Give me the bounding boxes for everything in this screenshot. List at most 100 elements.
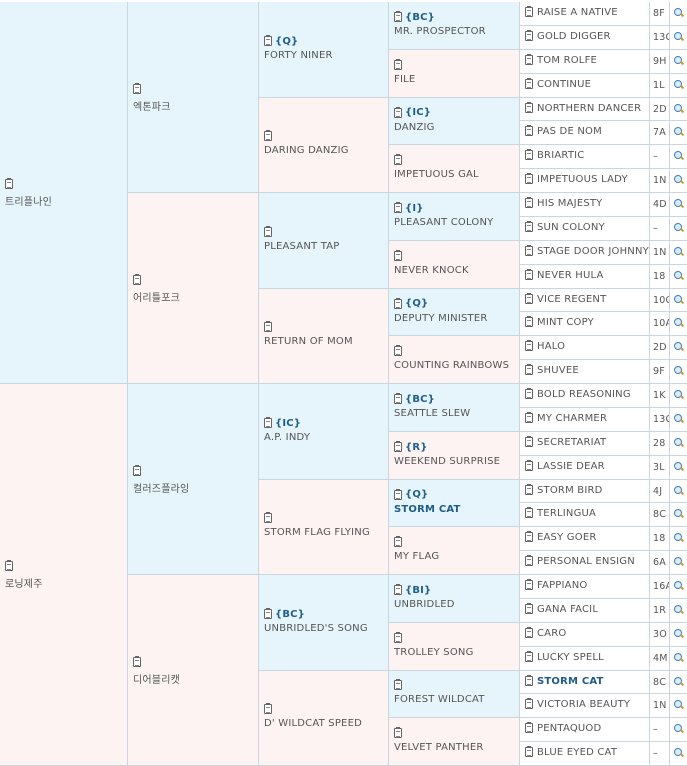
search-icon[interactable] — [674, 270, 683, 280]
document-icon[interactable] — [133, 82, 141, 94]
horse-name-link[interactable]: VELVET PANTHER — [394, 742, 517, 753]
document-icon[interactable] — [525, 149, 533, 161]
horse-name-link[interactable]: STAGE DOOR JOHNNY — [537, 246, 649, 257]
document-icon[interactable] — [264, 608, 272, 620]
horse-name-link[interactable]: NORTHERN DANCER — [537, 103, 641, 114]
document-icon[interactable] — [394, 106, 402, 118]
document-icon[interactable] — [525, 29, 533, 41]
horse-name-link[interactable]: PAS DE NOM — [537, 126, 602, 137]
document-icon[interactable] — [525, 6, 533, 17]
horse-name-link[interactable]: FILE — [394, 74, 517, 85]
horse-name-link[interactable]: 어리틀포크 — [133, 289, 256, 304]
horse-name-link[interactable]: DEPUTY MINISTER — [394, 313, 517, 324]
document-icon[interactable] — [133, 273, 141, 285]
horse-name-link[interactable]: STORM CAT — [394, 504, 517, 515]
horse-name-link[interactable]: TERLINGUA — [537, 508, 596, 519]
search-icon[interactable] — [674, 485, 683, 495]
document-icon[interactable] — [264, 130, 272, 142]
horse-name-link[interactable]: VICE REGENT — [537, 294, 606, 305]
horse-name-link[interactable]: CONTINUE — [537, 79, 591, 90]
horse-name-link[interactable]: MINT COPY — [537, 317, 594, 328]
document-icon[interactable] — [525, 197, 533, 208]
horse-name-link[interactable]: VICTORIA BEAUTY — [537, 699, 630, 710]
horse-name-link[interactable]: UNBRIDLED'S SONG — [264, 623, 386, 634]
document-icon[interactable] — [525, 698, 533, 710]
document-icon[interactable] — [525, 507, 533, 519]
horse-name-link[interactable]: FOREST WILDCAT — [394, 694, 517, 705]
document-icon[interactable] — [525, 411, 533, 423]
document-icon[interactable] — [264, 512, 272, 524]
horse-name-link[interactable]: WEEKEND SURPRISE — [394, 456, 517, 467]
horse-name-link[interactable]: 컬러즈플라잉 — [133, 480, 256, 495]
search-icon[interactable] — [674, 628, 683, 638]
search-icon[interactable] — [674, 557, 683, 566]
horse-name-link[interactable]: SHUVEE — [537, 365, 579, 376]
horse-name-link[interactable]: SECRETARIAT — [537, 437, 606, 448]
horse-name-link[interactable]: 디어블리캣 — [133, 671, 256, 686]
horse-name-link[interactable]: STORM BIRD — [537, 485, 603, 496]
horse-name-link[interactable]: 엑톤파크 — [133, 98, 256, 113]
document-icon[interactable] — [525, 650, 533, 662]
document-icon[interactable] — [394, 393, 402, 405]
horse-name-link[interactable]: MR. PROSPECTOR — [394, 26, 517, 37]
document-icon[interactable] — [525, 340, 533, 352]
document-icon[interactable] — [133, 464, 141, 476]
search-icon[interactable] — [674, 509, 683, 518]
search-icon[interactable] — [674, 151, 683, 160]
document-icon[interactable] — [264, 225, 272, 237]
search-icon[interactable] — [674, 103, 683, 113]
document-icon[interactable] — [5, 178, 13, 189]
search-icon[interactable] — [674, 366, 683, 375]
search-icon[interactable] — [674, 461, 683, 471]
horse-name-link[interactable]: LUCKY SPELL — [537, 652, 604, 663]
horse-name-link[interactable]: HIS MAJESTY — [537, 198, 603, 209]
horse-name-link[interactable]: LASSIE DEAR — [537, 461, 605, 472]
document-icon[interactable] — [525, 244, 533, 256]
horse-name-link[interactable]: BOLD REASONING — [537, 389, 631, 400]
document-icon[interactable] — [525, 531, 533, 543]
document-icon[interactable] — [394, 631, 402, 643]
document-icon[interactable] — [5, 560, 13, 571]
horse-name-link[interactable]: DARING DANZIG — [264, 145, 386, 156]
horse-name-link[interactable]: TROLLEY SONG — [394, 647, 517, 658]
horse-name-link[interactable]: NEVER KNOCK — [394, 265, 517, 276]
horse-name-link[interactable]: BLUE EYED CAT — [537, 747, 617, 758]
search-icon[interactable] — [674, 748, 683, 757]
document-icon[interactable] — [394, 679, 402, 691]
document-icon[interactable] — [525, 555, 533, 567]
search-icon[interactable] — [674, 724, 683, 733]
horse-name-link[interactable]: 트리플나인 — [5, 193, 125, 208]
document-icon[interactable] — [525, 364, 533, 376]
search-icon[interactable] — [674, 413, 683, 423]
horse-name-link[interactable]: NEVER HULA — [537, 270, 604, 281]
horse-name-link[interactable]: SEATTLE SLEW — [394, 408, 517, 419]
horse-name-link[interactable]: IMPETUOUS LADY — [537, 174, 628, 185]
document-icon[interactable] — [394, 345, 402, 357]
horse-name-link[interactable]: BRIARTIC — [537, 150, 584, 161]
horse-name-link[interactable]: STORM FLAG FLYING — [264, 527, 386, 538]
document-icon[interactable] — [525, 220, 533, 232]
document-icon[interactable] — [525, 125, 533, 137]
document-icon[interactable] — [394, 11, 402, 23]
horse-name-link[interactable]: HALO — [537, 341, 565, 352]
search-icon[interactable] — [674, 604, 683, 614]
horse-name-link[interactable]: GOLD DIGGER — [537, 31, 611, 42]
document-icon[interactable] — [525, 602, 533, 614]
search-icon[interactable] — [674, 437, 683, 447]
horse-name-link[interactable]: DANZIG — [394, 122, 517, 133]
search-icon[interactable] — [674, 79, 683, 89]
search-icon[interactable] — [674, 31, 683, 41]
horse-name-link[interactable]: MY CHARMER — [537, 413, 607, 424]
search-icon[interactable] — [674, 581, 683, 590]
horse-name-link[interactable]: TOM ROLFE — [537, 55, 597, 66]
search-icon[interactable] — [674, 55, 683, 65]
document-icon[interactable] — [394, 202, 402, 214]
search-icon[interactable] — [674, 294, 683, 304]
document-icon[interactable] — [394, 154, 402, 166]
horse-name-link[interactable]: STORM CAT — [537, 676, 604, 687]
horse-name-link[interactable]: SUN COLONY — [537, 222, 605, 233]
document-icon[interactable] — [394, 727, 402, 739]
horse-name-link[interactable]: GANA FACIL — [537, 604, 598, 615]
document-icon[interactable] — [525, 292, 533, 304]
document-icon[interactable] — [525, 53, 533, 65]
